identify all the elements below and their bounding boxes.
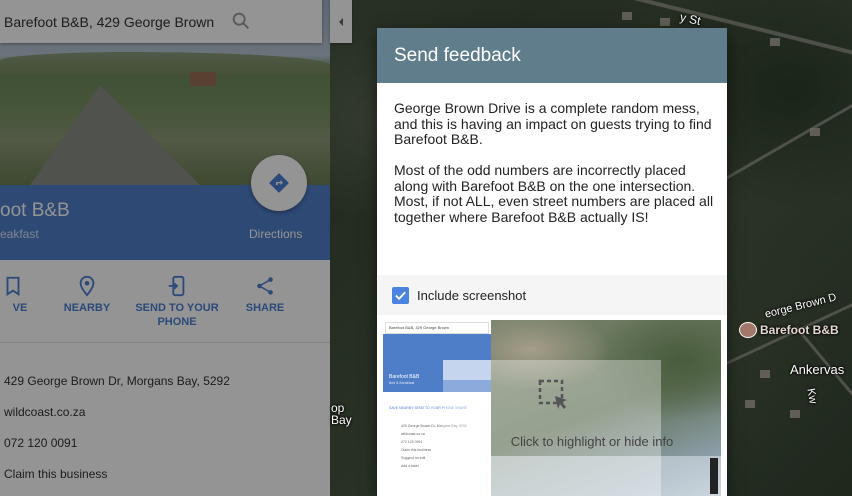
restaurant-pin-icon[interactable] [739,322,757,338]
highlight-select-icon[interactable] [537,378,571,412]
highlight-hint: Click to highlight or hide info [510,434,674,449]
include-screenshot-row[interactable]: Include screenshot [377,275,727,315]
preview-place-type: Bed & Breakfast [389,381,415,385]
feedback-textarea[interactable]: George Brown Drive is a complete random … [394,100,714,225]
include-screenshot-checkbox[interactable] [392,286,409,304]
screenshot-preview[interactable]: Barefoot B&B, 429 George Brown Barefoot … [383,320,721,496]
send-feedback-dialog: Send feedback George Brown Drive is a co… [377,28,727,496]
map-label-ankervas: Ankervas [790,362,845,377]
checkmark-icon [395,291,406,300]
preview-search: Barefoot B&B, 429 George Brown [385,322,489,334]
map-label-place[interactable]: Barefoot B&B [760,323,839,337]
preview-dialog-header [443,360,491,380]
include-screenshot-label[interactable]: Include screenshot [417,288,526,303]
map-label-bay: op Bay [331,401,352,427]
dialog-title: Send feedback [394,44,521,66]
preview-map-controls [710,458,718,494]
map-label-kw: Kw [804,387,819,405]
dialog-header: Send feedback [377,28,727,83]
preview-place-name: Barefoot B&B [389,374,420,380]
